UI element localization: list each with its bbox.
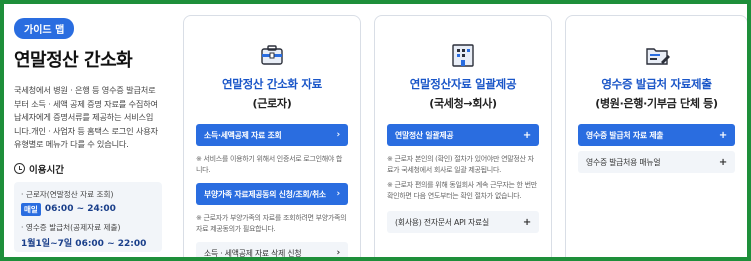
card-subtitle: (국세청→회사): [429, 97, 497, 110]
card-receipt-issuer: 영수증 발급처 자료제출 (병원·은행·기부금 단체 등) 영수증 발급처 자료…: [565, 15, 747, 257]
dependent-consent-button[interactable]: 부양가족 자료제공동의 신청/조회/취소 ›: [196, 183, 348, 205]
usage-item-employee: · 근로자(연말정산 자료 조회) 매일 06:00 ~ 24:00: [21, 189, 155, 216]
card-simplified-data: 연말정산 간소화 자료 (근로자) 소득·세액공제 자료 조회 › ※ 서비스를…: [183, 15, 361, 258]
usage-item-label: · 근로자(연말정산 자료 조회): [21, 189, 114, 199]
issuer-manual-button[interactable]: 영수증 발급처용 매뉴얼 +: [578, 151, 735, 173]
clock-icon: [14, 163, 25, 174]
usage-hours-label: 이용시간: [29, 164, 64, 176]
plus-icon: +: [522, 129, 531, 141]
plus-icon: +: [718, 156, 727, 168]
api-resource-room-button[interactable]: (회사용) 전자문서 API 자료실 +: [387, 211, 539, 233]
folder-pen-icon: [642, 40, 672, 70]
plus-icon: +: [522, 216, 531, 228]
page-title: 연말정산 간소화: [14, 50, 133, 71]
usage-hours-heading: 이용시간: [14, 162, 164, 176]
card-subtitle: (근로자): [252, 97, 292, 110]
usage-time: 1월1일~7일 06:00 ~ 22:00: [21, 238, 147, 249]
daily-badge: 매일: [21, 202, 41, 216]
briefcase-icon: [257, 40, 287, 70]
chevron-right-icon: ›: [336, 130, 340, 140]
guide-map-badge: 가이드 맵: [14, 18, 75, 39]
guide-map-frame: 가이드 맵 연말정산 간소화 국세청에서 병원 · 은행 등 영수증 발급처로부…: [0, 0, 751, 261]
card-title: 영수증 발급처 자료제출: [601, 77, 712, 91]
card-subtitle: (병원·은행·기부금 단체 등): [595, 97, 718, 110]
usage-item-label: · 영수증 발급처(공제자료 제출): [21, 222, 121, 232]
confirmation-notice: ※ 근로자 본인의 (확인) 절차가 있어야만 연말정산 자료가 국세청에서 회…: [387, 155, 534, 174]
usage-hours-box: · 근로자(연말정산 자료 조회) 매일 06:00 ~ 24:00 · 영수증…: [14, 181, 162, 252]
usage-time: 06:00 ~ 24:00: [44, 204, 116, 214]
chevron-right-icon: ›: [336, 248, 340, 258]
chevron-right-icon: ›: [336, 189, 340, 199]
usage-item-issuer: · 영수증 발급처(공제자료 제출) 1월1일~7일 06:00 ~ 22:00: [21, 222, 155, 249]
receipt-submit-button[interactable]: 영수증 발급처 자료 제출 +: [578, 124, 735, 146]
bulk-provision-button[interactable]: 연말정산 일괄제공 +: [387, 124, 539, 146]
deduction-data-delete-button[interactable]: 소득 · 세액공제 자료 삭제 신청 ›: [196, 242, 348, 258]
building-icon: [448, 40, 478, 70]
card-title: 연말정산자료 일괄제공: [409, 77, 517, 91]
login-notice: ※ 서비스를 이용하기 위해서 인증서로 로그인해야 합니다.: [196, 155, 343, 174]
dependent-consent-notice: ※ 근로자가 부양가족의 자료를 조회하려면 부양가족의 자료 제공동의가 필요…: [196, 214, 347, 233]
continuing-employee-notice: ※ 근로자 편의를 위해 동일회사 계속 근무자는 한 번만 확인하면 다음 연…: [387, 181, 537, 200]
card-bulk-provision: 연말정산자료 일괄제공 (국세청→회사) 연말정산 일괄제공 + ※ 근로자 본…: [374, 15, 552, 257]
service-description: 국세청에서 병원 · 은행 등 영수증 발급처로부터 소득 · 세액 공제 증명…: [14, 85, 158, 149]
guide-intro-panel: 가이드 맵 연말정산 간소화 국세청에서 병원 · 은행 등 영수증 발급처로부…: [8, 8, 170, 257]
card-title: 연말정산 간소화 자료: [222, 77, 322, 91]
deduction-data-lookup-button[interactable]: 소득·세액공제 자료 조회 ›: [196, 124, 348, 146]
plus-icon: +: [718, 129, 727, 141]
